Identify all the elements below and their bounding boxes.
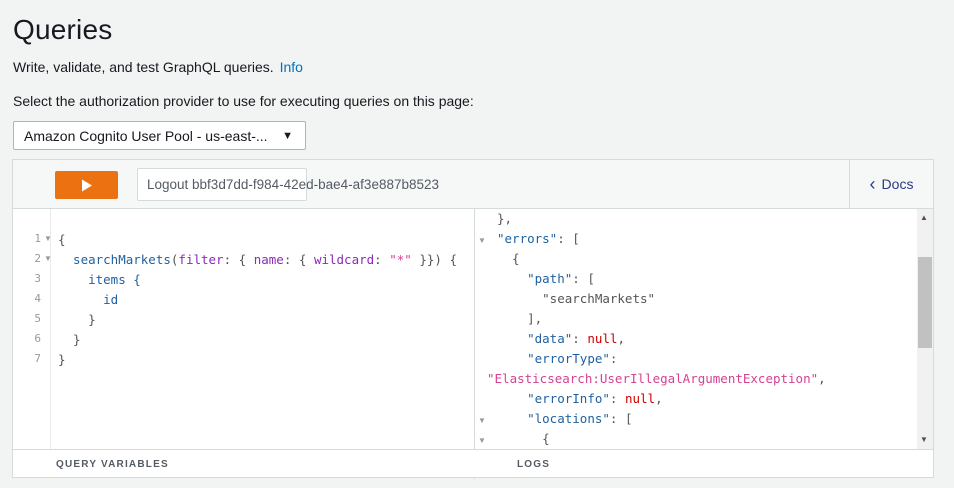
- page-title: Queries: [13, 14, 113, 45]
- caret-down-icon: ▼: [282, 129, 293, 142]
- result-line: "errorInfo": null,: [527, 391, 663, 406]
- line-number-gutter: 1 ▼ 2 ▼ 3 4 5 6 7: [13, 209, 52, 449]
- code-line: {: [58, 232, 66, 247]
- result-line: "locations": [: [527, 411, 633, 426]
- page-subtitle: Write, validate, and test GraphQL querie…: [13, 59, 303, 75]
- result-line: "data": null,: [527, 331, 625, 346]
- code-line: }: [58, 352, 66, 367]
- line-number: 6: [34, 332, 41, 345]
- auth-provider-label: Select the authorization provider to use…: [13, 93, 474, 109]
- query-variables-tab[interactable]: QUERY VARIABLES: [56, 459, 169, 470]
- run-query-button[interactable]: [55, 171, 118, 199]
- result-line: "searchMarkets": [497, 291, 656, 306]
- result-line: ],: [497, 311, 543, 326]
- line-number: 4: [34, 292, 41, 305]
- code-line: id: [58, 292, 119, 307]
- scroll-down-icon[interactable]: ▼: [920, 435, 928, 444]
- fold-arrow-icon[interactable]: ▼: [478, 416, 486, 425]
- result-line: {: [497, 251, 520, 266]
- fold-arrow-icon[interactable]: ▼: [44, 254, 52, 263]
- line-number: 1: [34, 232, 41, 245]
- editor-toolbar: Logout bbf3d7dd-f984-42ed-bae4-af3e887b8…: [13, 160, 933, 209]
- info-link[interactable]: Info: [280, 59, 303, 75]
- result-line: "path": [: [527, 271, 595, 286]
- result-line: {: [497, 431, 550, 446]
- scrollbar-thumb[interactable]: [918, 257, 932, 348]
- subtitle-text: Write, validate, and test GraphQL querie…: [13, 59, 274, 75]
- logout-button[interactable]: Logout bbf3d7dd-f984-42ed-bae4-af3e887b8…: [137, 168, 439, 201]
- code-line: searchMarkets(filter: { name: { wildcard…: [58, 252, 457, 267]
- docs-label: Docs: [881, 176, 914, 192]
- result-viewer[interactable]: ▼ ▼ ▼ }, "errors": [ { "path": [ "search…: [475, 209, 933, 449]
- play-icon: [81, 179, 92, 191]
- result-line: "Elasticsearch:UserIllegalArgumentExcept…: [487, 371, 826, 386]
- scroll-up-icon[interactable]: ▲: [920, 213, 928, 222]
- result-line: "errors": [: [497, 231, 580, 246]
- auth-provider-value: Amazon Cognito User Pool - us-east-...: [24, 127, 268, 144]
- result-line: "errorType":: [527, 351, 618, 366]
- fold-arrow-icon[interactable]: ▼: [478, 236, 486, 245]
- fold-arrow-icon[interactable]: ▼: [44, 234, 52, 243]
- code-line: }: [58, 332, 81, 347]
- graphql-editor: Logout bbf3d7dd-f984-42ed-bae4-af3e887b8…: [12, 159, 934, 479]
- line-number: 2: [34, 252, 41, 265]
- auth-provider-select[interactable]: Amazon Cognito User Pool - us-east-... ▼: [13, 121, 306, 150]
- chevron-left-icon: ‹: [869, 174, 876, 194]
- code-line: }: [58, 312, 96, 327]
- line-number: 5: [34, 312, 41, 325]
- docs-button[interactable]: ‹ Docs: [849, 160, 933, 208]
- fold-arrow-icon[interactable]: ▼: [478, 436, 486, 445]
- result-line: },: [497, 211, 513, 226]
- line-number: 3: [34, 272, 41, 285]
- query-editor[interactable]: 1 ▼ 2 ▼ 3 4 5 6 7 { searchMarkets(filter…: [13, 209, 474, 449]
- code-line: items {: [58, 272, 141, 287]
- logs-tab[interactable]: LOGS: [517, 459, 550, 470]
- result-scrollbar[interactable]: ▲ ▼: [917, 209, 933, 449]
- editor-footer: QUERY VARIABLES LOGS: [13, 449, 933, 477]
- line-number: 7: [34, 352, 41, 365]
